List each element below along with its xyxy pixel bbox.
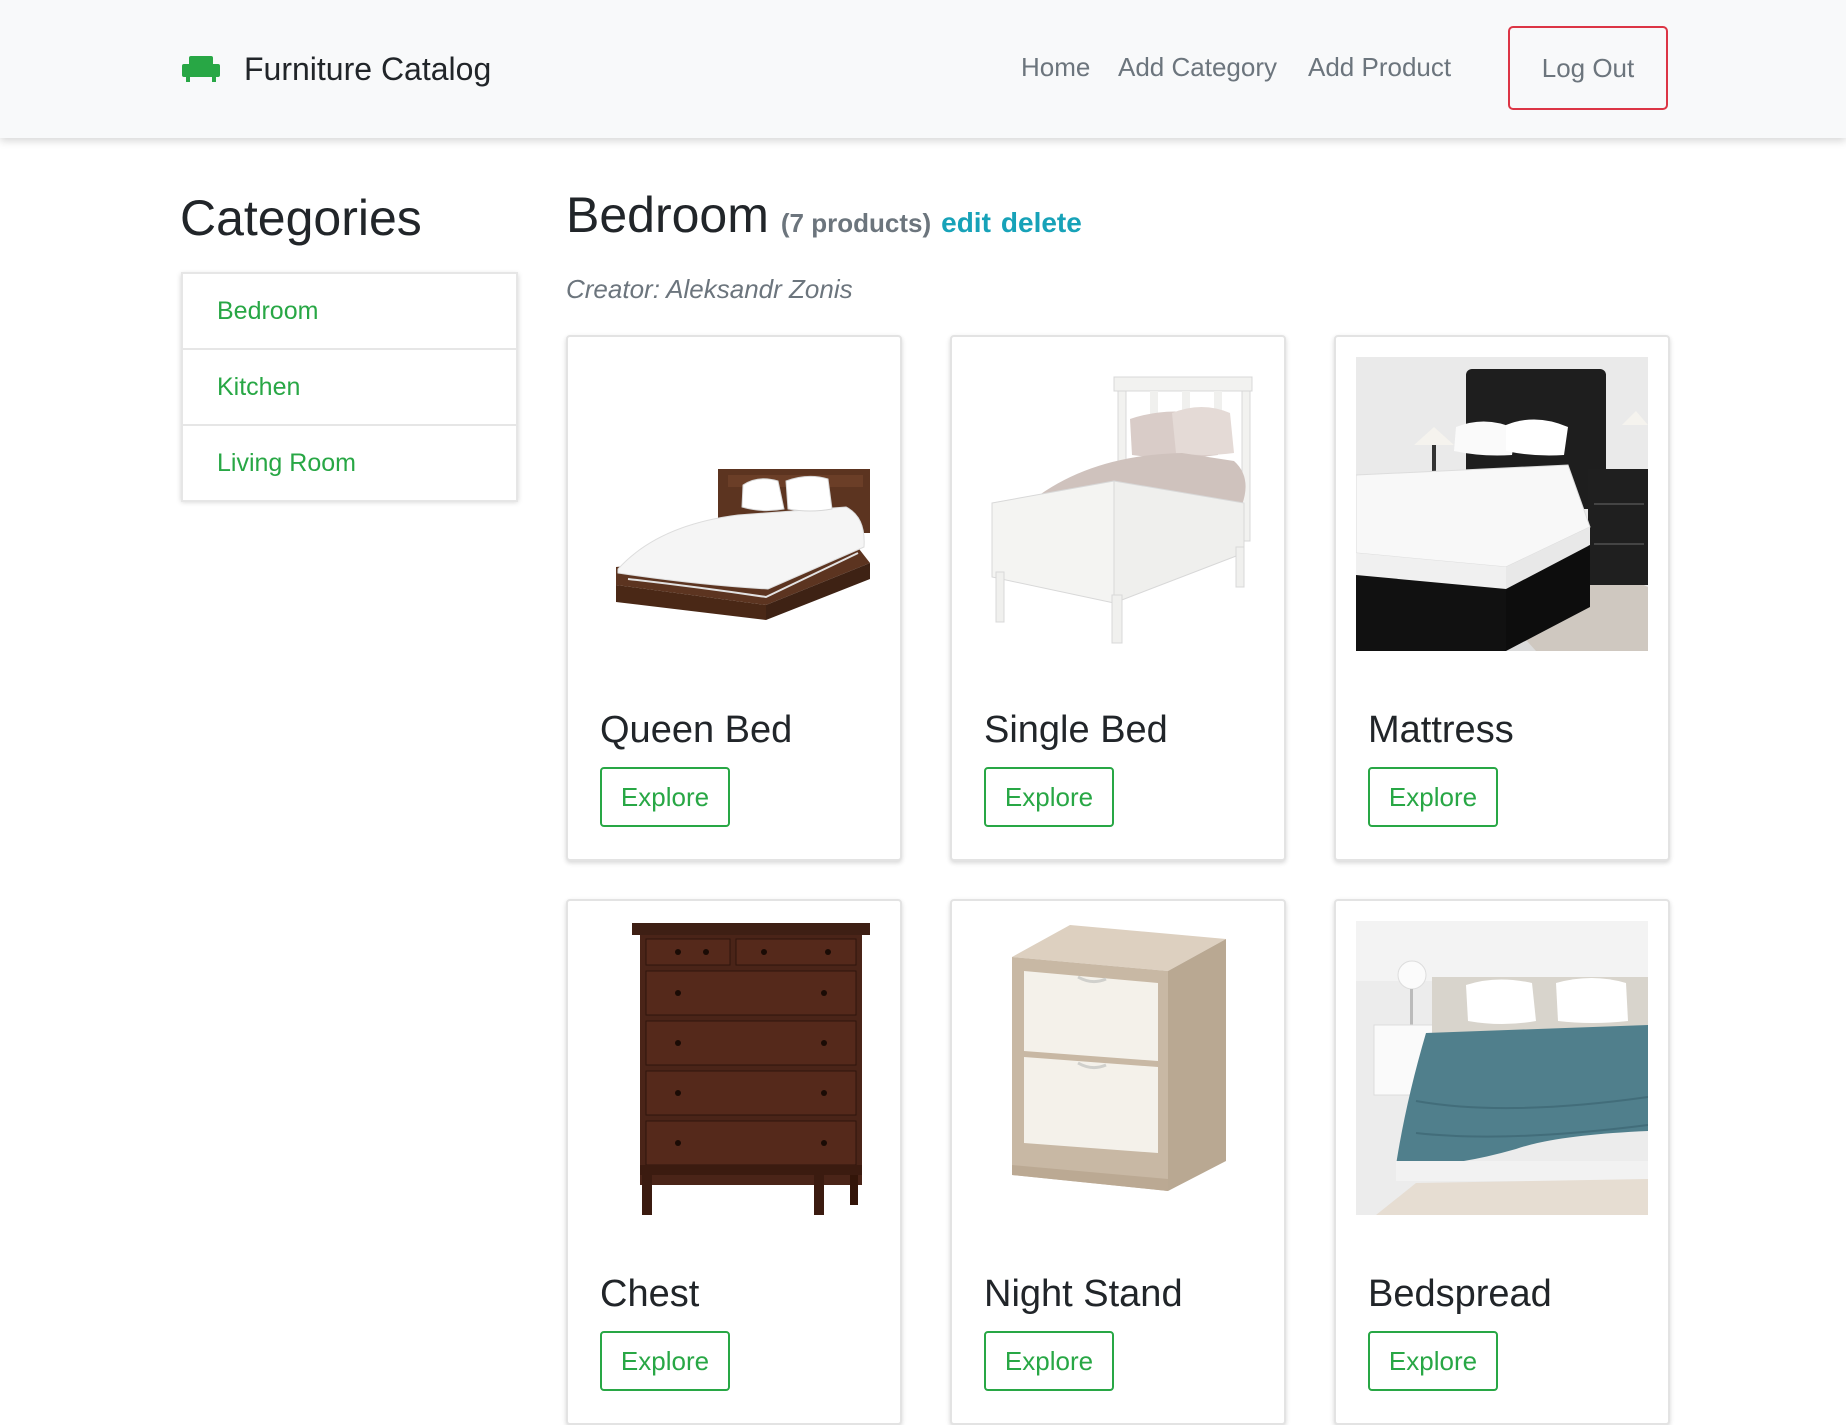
product-name: Mattress: [1368, 709, 1514, 751]
category-item-kitchen[interactable]: Kitchen: [181, 348, 518, 426]
product-card: Night Stand Explore: [950, 899, 1286, 1425]
nav-link-add-product[interactable]: Add Product: [1308, 52, 1451, 83]
top-navbar: Furniture Catalog Home Add Category Add …: [0, 0, 1846, 138]
product-card: Mattress Explore: [1334, 335, 1670, 861]
edit-category-link[interactable]: edit: [941, 207, 991, 239]
logout-button[interactable]: Log Out: [1508, 26, 1668, 110]
product-card: Bedspread Explore: [1334, 899, 1670, 1425]
nav-link-add-category[interactable]: Add Category: [1118, 52, 1277, 83]
queen-bed-image: [588, 357, 880, 651]
product-image: [588, 357, 880, 651]
category-item-living-room[interactable]: Living Room: [181, 424, 518, 502]
delete-category-link[interactable]: delete: [1001, 207, 1082, 239]
product-image: [972, 357, 1264, 651]
chest-image: [588, 921, 880, 1215]
product-image: [588, 921, 880, 1215]
brand-link[interactable]: Furniture Catalog: [180, 48, 491, 90]
product-card: Single Bed Explore: [950, 335, 1286, 861]
category-title: Bedroom (7 products) edit delete: [566, 186, 1082, 252]
explore-button[interactable]: Explore: [984, 767, 1114, 827]
product-card: Chest Explore: [566, 899, 902, 1425]
product-name: Night Stand: [984, 1273, 1183, 1315]
explore-button[interactable]: Explore: [984, 1331, 1114, 1391]
explore-button[interactable]: Explore: [1368, 767, 1498, 827]
explore-button[interactable]: Explore: [1368, 1331, 1498, 1391]
nav-link-home[interactable]: Home: [1021, 52, 1090, 83]
brand-name: Furniture Catalog: [244, 50, 492, 87]
product-card: Queen Bed Explore: [566, 335, 902, 861]
sofa-icon: [182, 56, 220, 82]
creator-label: Creator: Aleksandr Zonis: [566, 274, 853, 304]
categories-heading: Categories: [180, 190, 422, 246]
product-image: [1356, 357, 1648, 651]
single-bed-image: [972, 357, 1264, 651]
explore-button[interactable]: Explore: [600, 1331, 730, 1391]
category-item-bedroom[interactable]: Bedroom: [181, 272, 518, 350]
product-name: Chest: [600, 1273, 700, 1315]
category-name: Bedroom: [566, 187, 769, 243]
product-count: (7 products): [780, 208, 932, 238]
product-name: Bedspread: [1368, 1273, 1552, 1315]
product-name: Single Bed: [984, 709, 1168, 751]
category-list: Bedroom Kitchen Living Room: [181, 272, 518, 502]
product-image: [1356, 921, 1648, 1215]
product-name: Queen Bed: [600, 709, 793, 751]
explore-button[interactable]: Explore: [600, 767, 730, 827]
product-image: [972, 921, 1264, 1215]
bedspread-image: [1356, 921, 1648, 1215]
mattress-image: [1356, 357, 1648, 651]
night-stand-image: [972, 921, 1264, 1215]
